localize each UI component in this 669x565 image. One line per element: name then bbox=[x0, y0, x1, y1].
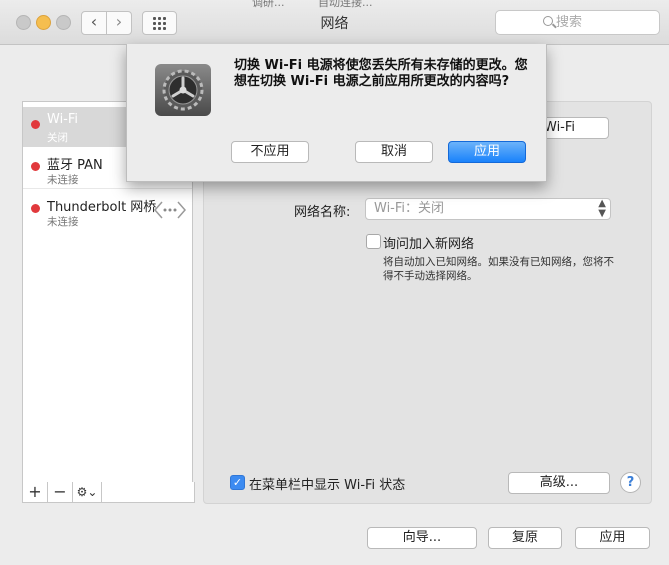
remove-service-button[interactable]: − bbox=[48, 482, 73, 502]
network-name-select[interactable]: Wi-Fi：关闭 ▲ ▼ bbox=[365, 198, 611, 220]
show-in-menubar-checkbox[interactable]: ✓ bbox=[230, 475, 245, 490]
alert-message: 切换 Wi-Fi 电源将使您丢失所有未存储的更改。您想在切换 Wi-Fi 电源之… bbox=[234, 58, 528, 89]
search-placeholder: 搜索 bbox=[556, 15, 583, 30]
updown-arrows-icon: ▲ ▼ bbox=[598, 198, 606, 219]
service-status: 未连接 bbox=[47, 174, 79, 186]
service-list-toolbar: + − ⚙︎⌄ bbox=[22, 482, 195, 503]
alert-sheet: 切换 Wi-Fi 电源将使您丢失所有未存储的更改。您想在切换 Wi-Fi 电源之… bbox=[126, 44, 547, 182]
revert-button[interactable]: 复原 bbox=[488, 527, 562, 549]
title-bar: 调研... 自动连接... ‹ › 网络 搜索 bbox=[0, 0, 669, 45]
alert-apply-button[interactable]: 应用 bbox=[448, 141, 526, 163]
status-dot-icon bbox=[31, 162, 40, 171]
turn-wifi-button[interactable]: Wi-Fi bbox=[543, 117, 609, 139]
system-preferences-gear-icon bbox=[155, 64, 211, 116]
background-window-text: 调研... bbox=[252, 0, 285, 9]
checkmark-icon: ✓ bbox=[232, 476, 243, 489]
bridge-icon bbox=[153, 199, 187, 221]
status-dot-icon bbox=[31, 204, 40, 213]
ask-join-label: 询问加入新网络 bbox=[383, 237, 475, 252]
status-dot-icon bbox=[31, 120, 40, 129]
service-item-thunderbolt-bridge[interactable]: Thunderbolt 网桥 未连接 bbox=[23, 191, 192, 231]
service-status: 未连接 bbox=[47, 216, 79, 228]
service-name: Wi-Fi bbox=[47, 112, 79, 127]
advanced-button[interactable]: 高级... bbox=[508, 472, 610, 494]
show-in-menubar-label: 在菜单栏中显示 Wi-Fi 状态 bbox=[249, 478, 406, 493]
apply-button[interactable]: 应用 bbox=[575, 527, 650, 549]
help-button[interactable]: ? bbox=[620, 472, 641, 493]
ask-join-description: 将自动加入已知网络。如果没有已知网络，您将不得不手动选择网络。 bbox=[383, 256, 614, 282]
assist-me-button[interactable]: 向导... bbox=[367, 527, 477, 549]
service-name: 蓝牙 PAN bbox=[47, 158, 103, 173]
gear-menu-button[interactable]: ⚙︎⌄ bbox=[73, 482, 102, 502]
dont-apply-button[interactable]: 不应用 bbox=[231, 141, 309, 163]
service-status: 关闭 bbox=[47, 132, 68, 144]
cancel-button[interactable]: 取消 bbox=[355, 141, 433, 163]
search-field[interactable]: 搜索 bbox=[495, 10, 660, 35]
network-name-label: 网络名称: bbox=[294, 205, 351, 220]
add-service-button[interactable]: + bbox=[23, 482, 48, 502]
gear-icon: ⚙︎⌄ bbox=[76, 485, 98, 499]
ask-join-checkbox[interactable] bbox=[366, 234, 381, 249]
service-name: Thunderbolt 网桥 bbox=[47, 200, 157, 215]
search-icon bbox=[543, 16, 553, 26]
background-window-text-2: 自动连接... bbox=[318, 0, 373, 9]
network-name-value: Wi-Fi：关闭 bbox=[374, 201, 445, 216]
